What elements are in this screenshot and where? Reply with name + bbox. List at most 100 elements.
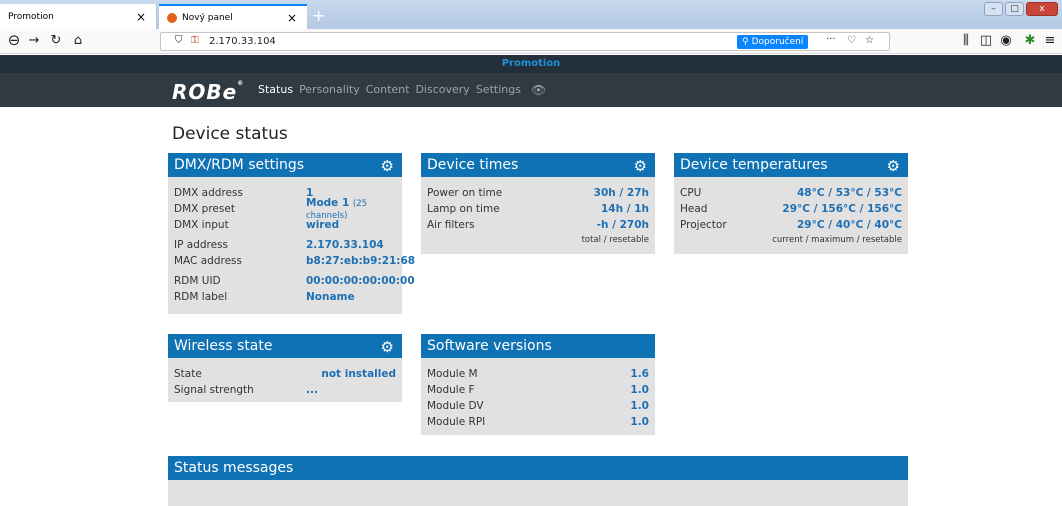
account-icon[interactable]: ◉ bbox=[998, 33, 1014, 49]
row-value: 30h / 27h bbox=[593, 187, 649, 199]
shield-icon[interactable]: ⛉ bbox=[175, 35, 183, 46]
bookmark-star-icon[interactable]: ☆ bbox=[865, 35, 874, 46]
browser-toolbar: ⊖ → ↻ ⌂ ⛉ ⚿ 2.170.33.104 ⚲ Doporučení ···… bbox=[0, 29, 1062, 54]
minimize-icon[interactable]: – bbox=[984, 2, 1003, 16]
site-nav: ROBe® Status Personality Content Discove… bbox=[0, 73, 1062, 107]
ip-address-row: IP address 2.170.33.104 bbox=[174, 237, 396, 253]
gear-icon[interactable]: ⚙ bbox=[381, 154, 394, 178]
nav-discovery[interactable]: Discovery bbox=[415, 83, 469, 97]
row-label: RDM label bbox=[174, 291, 228, 303]
times-footnote: total / resetable bbox=[581, 235, 649, 245]
library-icon[interactable]: ⫼ bbox=[958, 33, 974, 49]
panel-title: Device times bbox=[427, 157, 519, 173]
back-icon[interactable]: ⊖ bbox=[6, 32, 22, 48]
new-tab-button[interactable]: + bbox=[312, 6, 325, 25]
row-value: not installed bbox=[321, 368, 396, 380]
panel-header: Status messages bbox=[168, 456, 908, 480]
nav-menu: Status Personality Content Discovery Set… bbox=[258, 83, 546, 97]
row-label: Module M bbox=[427, 368, 478, 380]
lamp-on-row: Lamp on time 14h / 1h bbox=[427, 201, 649, 217]
browser-tab-strip: Promotion × Nový panel × + – □ x bbox=[0, 0, 1062, 29]
row-label: Lamp on time bbox=[427, 203, 500, 215]
tab-close-icon[interactable]: × bbox=[134, 10, 148, 24]
home-icon[interactable]: ⌂ bbox=[70, 33, 86, 49]
projector-temp-row: Projector 29°C / 40°C / 40°C bbox=[680, 217, 902, 233]
row-value: 14h / 1h bbox=[600, 203, 649, 215]
robe-logo[interactable]: ROBe® bbox=[172, 80, 244, 104]
row-value: 1.0 bbox=[630, 384, 649, 396]
recommend-label: Doporučení bbox=[751, 37, 804, 47]
recommend-button[interactable]: ⚲ Doporučení bbox=[737, 35, 809, 49]
row-value: b8:27:eb:b9:21:68 bbox=[306, 255, 416, 267]
row-label: Module DV bbox=[427, 400, 484, 412]
tab-title: Promotion bbox=[8, 11, 54, 22]
row-value: 1.6 bbox=[630, 368, 649, 380]
reload-icon[interactable]: ↻ bbox=[48, 33, 64, 49]
device-temperatures-panel: Device temperatures ⚙ CPU 48°C / 53°C / 5… bbox=[674, 153, 908, 254]
row-label: Air filters bbox=[427, 219, 475, 231]
device-times-panel: Device times ⚙ Power on time 30h / 27h La… bbox=[421, 153, 655, 254]
gear-icon[interactable]: ⚙ bbox=[887, 154, 900, 178]
forward-icon[interactable]: → bbox=[26, 33, 42, 49]
mac-address-row: MAC address b8:27:eb:b9:21:68 bbox=[174, 253, 415, 269]
tab-new-panel[interactable]: Nový panel × bbox=[159, 4, 307, 29]
wireless-state-panel: Wireless state ⚙ State not installed Sign… bbox=[168, 334, 402, 402]
row-value: ... bbox=[306, 384, 318, 396]
tab-title: Nový panel bbox=[182, 12, 233, 23]
nav-settings[interactable]: Settings bbox=[476, 83, 521, 97]
module-m-row: Module M 1.6 bbox=[427, 366, 649, 382]
nav-status[interactable]: Status bbox=[258, 83, 293, 97]
row-value: 1.0 bbox=[630, 416, 649, 428]
air-filters-row: Air filters -h / 270h bbox=[427, 217, 649, 233]
logo-text: ROBe bbox=[172, 80, 238, 104]
row-label: Head bbox=[680, 203, 708, 215]
row-label: CPU bbox=[680, 187, 702, 199]
menu-icon[interactable]: ≡ bbox=[1042, 33, 1058, 49]
nav-personality[interactable]: Personality bbox=[299, 83, 360, 97]
row-value: 29°C / 40°C / 40°C bbox=[797, 219, 902, 231]
nav-content[interactable]: Content bbox=[366, 83, 410, 97]
dmx-rdm-panel: DMX/RDM settings ⚙ DMX address 1 DMX pres… bbox=[168, 153, 415, 314]
dmx-preset-row: DMX preset Mode 1 (25 channels) bbox=[174, 197, 396, 221]
maximize-icon[interactable]: □ bbox=[1005, 2, 1024, 16]
pocket-icon[interactable]: ♡ bbox=[847, 35, 856, 46]
row-value: 1.0 bbox=[630, 400, 649, 412]
insecure-lock-icon[interactable]: ⚿ bbox=[191, 35, 199, 46]
sidebar-icon[interactable]: ◫ bbox=[978, 33, 994, 49]
row-value: 2.170.33.104 bbox=[306, 239, 384, 251]
row-label: Power on time bbox=[427, 187, 503, 199]
panel-title: Software versions bbox=[427, 338, 552, 354]
url-bar[interactable]: ⛉ ⚿ 2.170.33.104 ⚲ Doporučení ··· ♡ ☆ bbox=[160, 32, 890, 51]
window-controls: – □ x bbox=[984, 2, 1058, 16]
row-label: Module RPI bbox=[427, 416, 486, 428]
panel-header: Device temperatures ⚙ bbox=[674, 153, 908, 177]
wireless-state-row: State not installed bbox=[174, 366, 396, 382]
gear-icon[interactable]: ⚙ bbox=[381, 335, 394, 359]
window-close-icon[interactable]: x bbox=[1026, 2, 1058, 16]
url-text[interactable]: 2.170.33.104 bbox=[209, 36, 276, 47]
panel-header: Device times ⚙ bbox=[421, 153, 655, 177]
eye-icon[interactable]: 👁 bbox=[531, 83, 546, 97]
row-label: DMX input bbox=[174, 219, 229, 231]
panel-header: Wireless state ⚙ bbox=[168, 334, 402, 358]
row-label: Module F bbox=[427, 384, 475, 396]
row-label: State bbox=[174, 368, 202, 380]
tab-promotion[interactable]: Promotion × bbox=[0, 4, 157, 29]
panel-header: DMX/RDM settings ⚙ bbox=[168, 153, 402, 177]
extension-icon[interactable]: ✱ bbox=[1022, 33, 1038, 49]
row-value: 00:00:00:00:00:00 bbox=[306, 275, 415, 287]
panel-title: Wireless state bbox=[174, 338, 273, 354]
page-title: Device status bbox=[172, 124, 288, 144]
panel-title: Device temperatures bbox=[680, 157, 828, 173]
temps-footnote: current / maximum / resetable bbox=[772, 235, 902, 245]
panel-header: Software versions bbox=[421, 334, 655, 358]
page-actions-icon[interactable]: ··· bbox=[826, 34, 836, 45]
pin-icon: ⚲ bbox=[742, 37, 749, 47]
rdm-label-row: RDM label Noname bbox=[174, 289, 396, 305]
gear-icon[interactable]: ⚙ bbox=[634, 154, 647, 178]
tab-close-icon[interactable]: × bbox=[285, 11, 299, 25]
signal-strength-row: Signal strength... bbox=[174, 382, 396, 398]
module-f-row: Module F 1.0 bbox=[427, 382, 649, 398]
row-label: Projector bbox=[680, 219, 727, 231]
row-value: Noname bbox=[306, 291, 355, 303]
